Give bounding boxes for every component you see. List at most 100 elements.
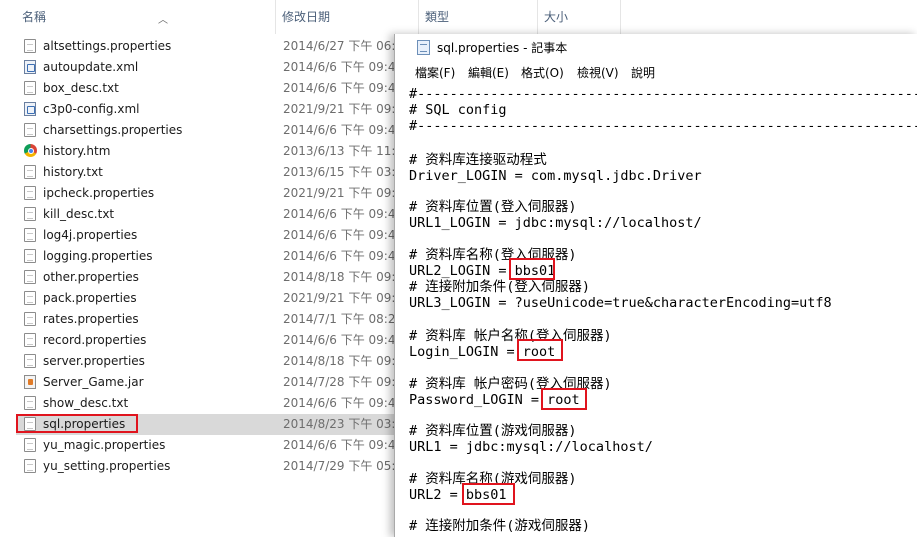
text-line: URL3_LOGIN = ?useUnicode=true&characterE…	[409, 295, 832, 311]
file-row[interactable]: pack.properties 2021/9/21 下午 09:39	[16, 288, 416, 309]
notepad-text-area[interactable]: # 连接附加条件(游戏伺服器) URL2 = bbs01 # 资料库名称(游戏伺服器…	[409, 86, 917, 537]
text-line: # 资料库位置(登入伺服器)	[409, 199, 577, 215]
text-line: # 资料库位置(游戏伺服器)	[409, 423, 577, 439]
file-modified-date: 2014/6/6 下午 09:41	[283, 123, 404, 137]
document-icon	[24, 396, 36, 410]
notepad-menubar: 檔案(F) 編輯(E) 格式(O) 檢視(V) 說明	[395, 62, 917, 84]
file-row[interactable]: other.properties 2014/8/18 下午 09:52	[16, 267, 416, 288]
file-name: altsettings.properties	[43, 39, 172, 53]
file-modified-date: 2021/9/21 下午 09:38	[283, 186, 411, 200]
file-row[interactable]: Server_Game.jar 2014/7/28 下午 09:54	[16, 372, 416, 393]
file-name: other.properties	[43, 270, 139, 284]
file-row[interactable]: ipcheck.properties 2021/9/21 下午 09:38	[16, 183, 416, 204]
column-header-type-label: 類型	[425, 10, 450, 24]
file-name: log4j.properties	[43, 228, 138, 242]
file-name: rates.properties	[43, 312, 139, 326]
jar-file-icon	[24, 375, 36, 389]
column-header-date[interactable]: 修改日期	[276, 0, 419, 34]
file-row[interactable]: history.htm 2013/6/13 下午 11:43	[16, 141, 416, 162]
text-line: # 资料库连接驱动程式	[409, 152, 547, 168]
file-row[interactable]: autoupdate.xml 2014/6/6 下午 09:41	[16, 57, 416, 78]
file-row[interactable]: altsettings.properties 2014/6/27 下午 06:54	[16, 36, 416, 57]
file-name: yu_magic.properties	[43, 438, 166, 452]
menu-view[interactable]: 檢視(V)	[577, 62, 619, 84]
document-icon	[24, 333, 36, 347]
highlight-box-url2-login	[509, 258, 555, 280]
file-row[interactable]: yu_magic.properties 2014/6/6 下午 09:41	[16, 435, 416, 456]
document-icon	[24, 312, 36, 326]
column-header-size-label: 大小	[544, 10, 569, 24]
file-modified-date: 2014/6/6 下午 09:41	[283, 60, 404, 74]
document-icon	[24, 438, 36, 452]
file-row[interactable]: rates.properties 2014/7/1 下午 08:24	[16, 309, 416, 330]
file-modified-date: 2014/6/6 下午 09:41	[283, 228, 404, 242]
menu-format[interactable]: 格式(O)	[521, 62, 564, 84]
notepad-window: sql.properties - 記事本 檔案(F) 編輯(E) 格式(O) 檢…	[394, 34, 917, 537]
notepad-titlebar[interactable]: sql.properties - 記事本	[395, 34, 917, 62]
file-modified-date: 2014/7/1 下午 08:24	[283, 312, 404, 326]
file-row[interactable]: kill_desc.txt 2014/6/6 下午 09:41	[16, 204, 416, 225]
file-name: c3p0-config.xml	[43, 102, 140, 116]
highlight-box-login-password	[541, 388, 587, 410]
file-row[interactable]: charsettings.properties 2014/6/6 下午 09:41	[16, 120, 416, 141]
file-name: history.txt	[43, 165, 103, 179]
text-line: Driver_LOGIN = com.mysql.jdbc.Driver	[409, 168, 702, 184]
file-name: box_desc.txt	[43, 81, 119, 95]
xml-file-icon	[24, 60, 36, 74]
file-row[interactable]: show_desc.txt 2014/6/6 下午 09:41	[16, 393, 416, 414]
document-icon	[24, 207, 36, 221]
file-modified-date: 2014/6/6 下午 09:41	[283, 333, 404, 347]
chrome-icon	[24, 144, 37, 157]
file-name: logging.properties	[43, 249, 153, 263]
file-name: record.properties	[43, 333, 147, 347]
file-name: autoupdate.xml	[43, 60, 139, 74]
file-modified-date: 2014/6/6 下午 09:41	[283, 396, 404, 410]
file-row[interactable]: record.properties 2014/6/6 下午 09:41	[16, 330, 416, 351]
file-row[interactable]: yu_setting.properties 2014/7/29 下午 05:22	[16, 456, 416, 477]
column-header-name-label: 名稱	[22, 10, 47, 24]
document-icon	[24, 354, 36, 368]
text-line: # SQL config	[409, 102, 507, 118]
file-modified-date: 2014/8/23 下午 03:26	[283, 417, 411, 431]
menu-help[interactable]: 說明	[631, 62, 655, 84]
column-header-type[interactable]: 類型	[419, 0, 538, 34]
file-modified-date: 2014/6/27 下午 06:54	[283, 39, 411, 53]
highlight-box-login-user	[517, 339, 563, 361]
file-modified-date: 2014/6/6 下午 09:41	[283, 207, 404, 221]
text-line: URL1 = jdbc:mysql://localhost/	[409, 439, 653, 455]
menu-edit[interactable]: 編輯(E)	[468, 62, 509, 84]
document-icon	[24, 270, 36, 284]
file-name: kill_desc.txt	[43, 207, 115, 221]
file-modified-date: 2014/6/6 下午 09:41	[283, 249, 404, 263]
file-modified-date: 2014/7/28 下午 09:54	[283, 375, 411, 389]
document-icon	[24, 39, 36, 53]
file-row[interactable]: history.txt 2013/6/15 下午 03:19	[16, 162, 416, 183]
file-name: Server_Game.jar	[43, 375, 144, 389]
file-name: ipcheck.properties	[43, 186, 155, 200]
file-modified-date: 2021/9/21 下午 09:38	[283, 102, 411, 116]
file-name: pack.properties	[43, 291, 137, 305]
column-header-name[interactable]: 名稱 ︿	[16, 0, 276, 34]
document-icon	[24, 123, 36, 137]
highlight-box-selected-file	[16, 414, 138, 433]
column-header-date-label: 修改日期	[282, 10, 331, 24]
notepad-title: sql.properties - 記事本	[437, 41, 568, 55]
document-icon	[24, 165, 36, 179]
file-row[interactable]: log4j.properties 2014/6/6 下午 09:41	[16, 225, 416, 246]
file-row[interactable]: box_desc.txt 2014/6/6 下午 09:41	[16, 78, 416, 99]
xml-file-icon	[24, 102, 36, 116]
file-row[interactable]: c3p0-config.xml 2021/9/21 下午 09:38	[16, 99, 416, 120]
file-modified-date: 2013/6/15 下午 03:19	[283, 165, 411, 179]
file-row[interactable]: logging.properties 2014/6/6 下午 09:41	[16, 246, 416, 267]
menu-file[interactable]: 檔案(F)	[415, 62, 455, 84]
text-line: URL1_LOGIN = jdbc:mysql://localhost/	[409, 215, 702, 231]
text-line: # 资料库 帐户名称(登入伺服器)	[409, 328, 612, 344]
file-row[interactable]: server.properties 2014/8/18 下午 09:41	[16, 351, 416, 372]
column-header-size[interactable]: 大小	[538, 0, 621, 34]
file-name: server.properties	[43, 354, 145, 368]
file-modified-date: 2014/6/6 下午 09:41	[283, 81, 404, 95]
text-line: #---------------------------------------…	[409, 118, 917, 134]
file-modified-date: 2013/6/13 下午 11:43	[283, 144, 411, 158]
text-line: # 连接附加条件(登入伺服器)	[409, 279, 591, 295]
file-modified-date: 2014/6/6 下午 09:41	[283, 438, 404, 452]
